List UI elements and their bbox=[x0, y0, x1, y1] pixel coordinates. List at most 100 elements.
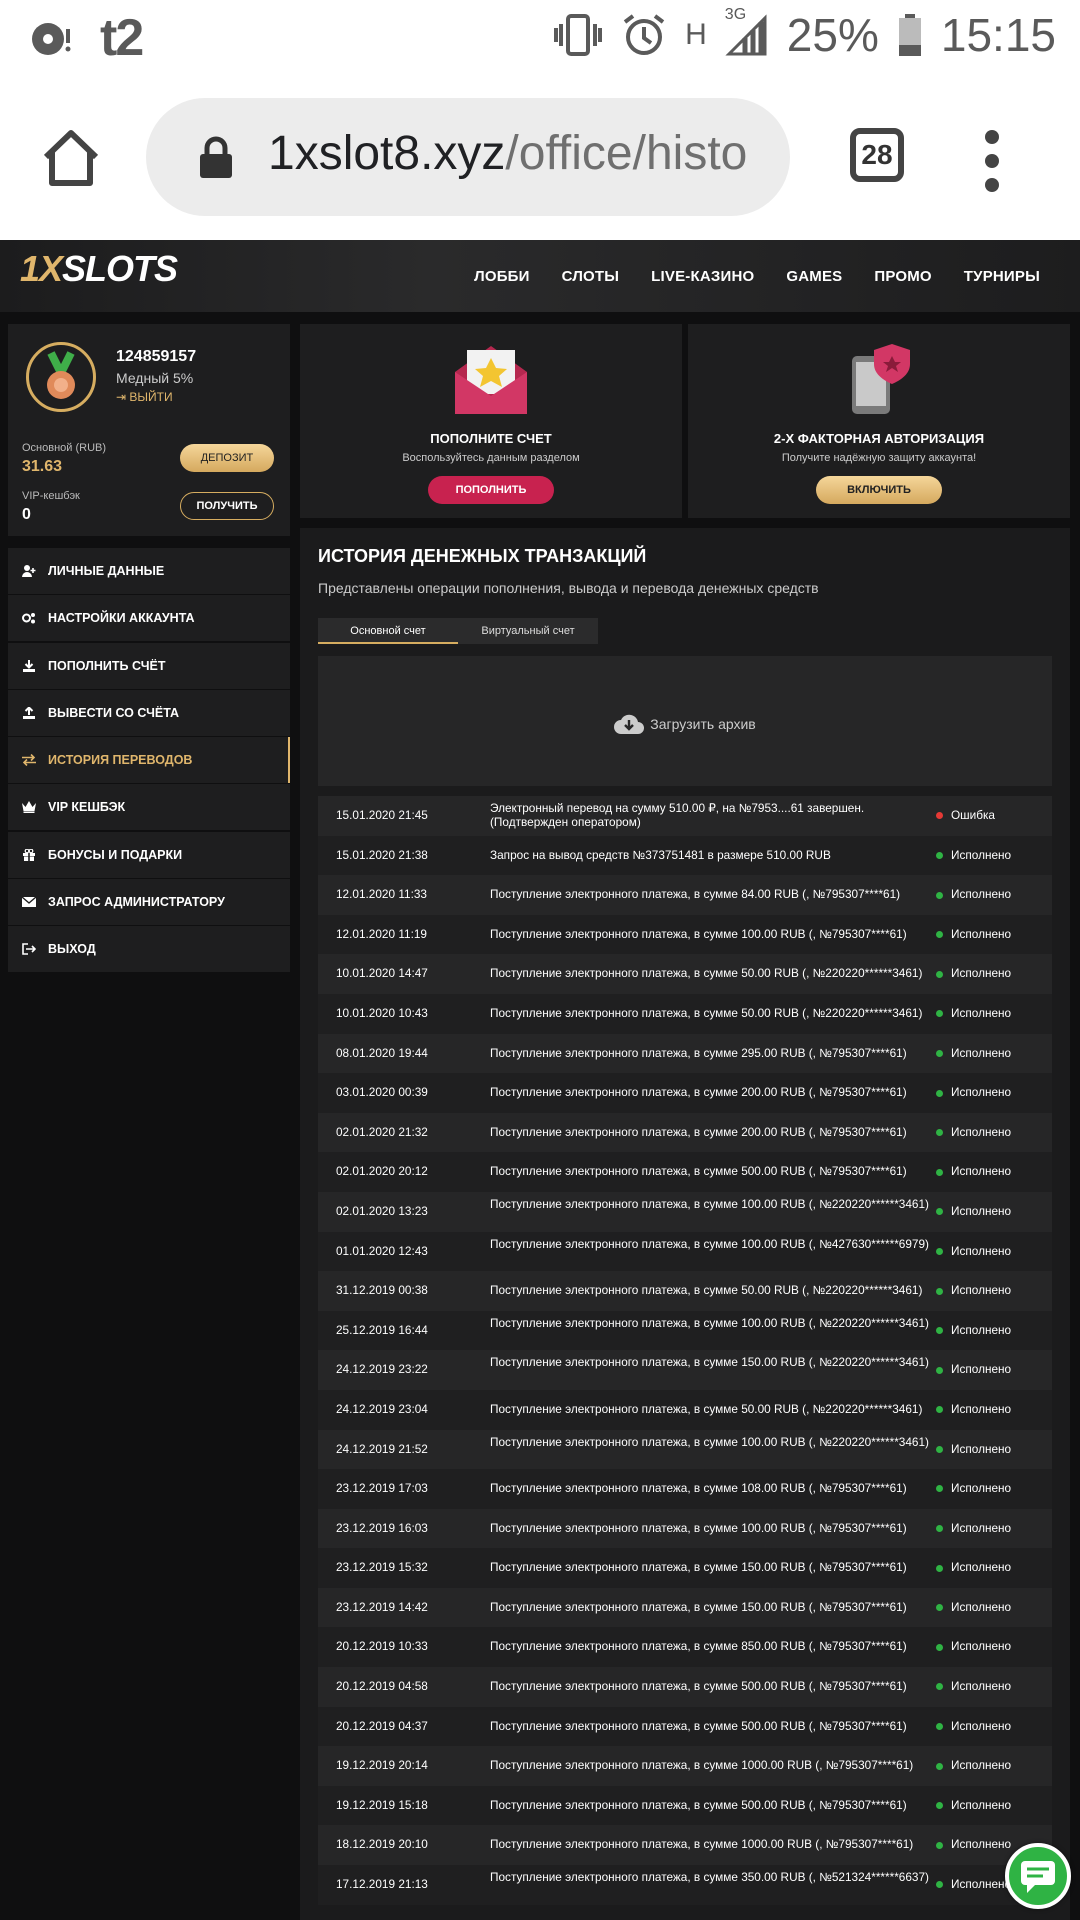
status-label: Исполнено bbox=[951, 1045, 1012, 1060]
archive-label: Загрузить архив bbox=[318, 712, 1052, 739]
row-description: Поступление электронного платежа, в сумм… bbox=[490, 1679, 907, 1694]
nav-promo[interactable]: ПРОМО bbox=[874, 268, 931, 285]
row-description: Электронный перевод на сумму 510.00 ₽, н… bbox=[490, 801, 865, 829]
row-date: 31.12.2019 00:38 bbox=[336, 1283, 428, 1298]
envelope-star-icon bbox=[453, 342, 529, 421]
row-status: Исполнено bbox=[936, 1006, 1011, 1020]
status-dot bbox=[936, 1485, 943, 1493]
row-description: Поступление электронного платежа, в сумм… bbox=[490, 1639, 907, 1654]
download-archive[interactable]: Загрузить архив bbox=[318, 656, 1052, 786]
table-row: 23.12.2019 16:03 Поступление электронного… bbox=[318, 1508, 1052, 1549]
row-description: Поступление электронного платежа, в сумм… bbox=[490, 1005, 923, 1020]
menu-exit[interactable]: ВЫХОД bbox=[8, 926, 290, 973]
status-label: Исполнено bbox=[951, 1837, 1012, 1852]
nav-lobby[interactable]: ЛОББИ bbox=[474, 268, 530, 285]
twofa-enable-button[interactable]: ВКЛЮЧИТЬ bbox=[816, 476, 942, 504]
overflow-menu-icon[interactable] bbox=[985, 130, 1001, 202]
tab-switcher-button[interactable]: 28 bbox=[850, 128, 904, 182]
nav-games[interactable]: GAMES bbox=[786, 268, 842, 285]
row-description: Поступление электронного платежа, в сумм… bbox=[490, 1718, 907, 1733]
status-label: Исполнено bbox=[951, 847, 1012, 862]
row-date: 10.01.2020 14:47 bbox=[336, 966, 428, 981]
status-dot bbox=[936, 1129, 943, 1137]
table-row: 18.12.2019 20:10 Поступление электронного… bbox=[318, 1825, 1052, 1866]
table-row: 15.01.2020 21:45 Электронный перевод на с… bbox=[318, 796, 1052, 836]
menu-label: БОНУСЫ И ПОДАРКИ bbox=[48, 847, 183, 862]
row-status: Исполнено bbox=[936, 1719, 1011, 1733]
row-status: Исполнено bbox=[936, 887, 1011, 901]
row-description: Поступление электронного платежа, в сумм… bbox=[490, 1870, 929, 1885]
row-description: Поступление электронного платежа, в сумм… bbox=[490, 1837, 914, 1852]
row-status: Исполнено bbox=[936, 1877, 1011, 1891]
address-bar[interactable]: 1xslot8.xyz/office/histo bbox=[146, 98, 790, 216]
nav-tournaments[interactable]: ТУРНИРЫ bbox=[964, 268, 1040, 285]
medal-icon bbox=[26, 342, 96, 412]
get-cashback-button[interactable]: ПОЛУЧИТЬ bbox=[180, 492, 274, 520]
status-label: Исполнено bbox=[951, 1085, 1012, 1100]
row-description: Поступление электронного платежа, в сумм… bbox=[490, 1355, 929, 1370]
logout-link[interactable]: ⇥ ВЫЙТИ bbox=[116, 390, 173, 404]
deposit-button[interactable]: ДЕПОЗИТ bbox=[180, 444, 274, 472]
menu-vip-cashback[interactable]: VIP КЕШБЭК bbox=[8, 784, 290, 831]
row-date: 23.12.2019 14:42 bbox=[336, 1599, 428, 1614]
menu-label: ВЫВЕСТИ СО СЧЁТА bbox=[48, 705, 180, 720]
menu-personal-data[interactable]: ЛИЧНЫЕ ДАННЫЕ bbox=[8, 548, 290, 594]
status-dot bbox=[936, 1327, 943, 1335]
tab-virtual-account[interactable]: Виртуальный счет bbox=[458, 618, 598, 644]
status-label: Ошибка bbox=[951, 808, 995, 822]
nav-live-casino[interactable]: LIVE-КАЗИНО bbox=[651, 268, 754, 285]
table-row: 19.12.2019 20:14 Поступление электронного… bbox=[318, 1746, 1052, 1786]
status-bar: t2 H 3G 25% 15:15 bbox=[0, 0, 1080, 72]
row-date: 02.01.2020 13:23 bbox=[336, 1203, 428, 1218]
menu-deposit[interactable]: ПОПОЛНИТЬ СЧЁТ bbox=[8, 642, 290, 689]
table-row: 01.01.2020 12:43 Поступление электронного… bbox=[318, 1231, 1052, 1272]
topup-button[interactable]: ПОПОЛНИТЬ bbox=[428, 476, 554, 504]
crown-icon bbox=[22, 801, 36, 814]
battery-icon bbox=[897, 12, 923, 58]
row-date: 24.12.2019 21:52 bbox=[336, 1441, 428, 1456]
site-logo[interactable]: 1XSLOTS bbox=[20, 248, 178, 290]
row-description: Поступление электронного платежа, в сумм… bbox=[490, 1560, 907, 1575]
menu-withdraw[interactable]: ВЫВЕСТИ СО СЧЁТА bbox=[8, 689, 290, 736]
page-subtitle: Представлены операции пополнения, вывода… bbox=[318, 580, 819, 596]
status-dot bbox=[936, 1049, 943, 1057]
row-date: 24.12.2019 23:22 bbox=[336, 1362, 428, 1377]
envelope-icon bbox=[21, 896, 37, 908]
row-description: Поступление электронного платежа, в сумм… bbox=[490, 1315, 929, 1330]
row-status: Исполнено bbox=[936, 1244, 1011, 1258]
url-path: /office/histo bbox=[505, 127, 748, 180]
topup-title: ПОПОЛНИТЕ СЧЕТ bbox=[430, 431, 552, 446]
status-dot bbox=[936, 1802, 943, 1810]
sign-out-icon bbox=[22, 943, 37, 956]
row-date: 24.12.2019 23:04 bbox=[336, 1401, 428, 1416]
menu-admin-request[interactable]: ЗАПРОС АДМИНИСТРАТОРУ bbox=[8, 879, 290, 926]
chat-icon bbox=[1021, 1861, 1055, 1893]
row-date: 01.01.2020 12:43 bbox=[336, 1243, 428, 1258]
row-date: 19.12.2019 20:14 bbox=[336, 1758, 428, 1773]
status-label: Исполнено bbox=[951, 1322, 1012, 1337]
status-label: Исполнено bbox=[951, 1560, 1012, 1575]
row-date: 18.12.2019 20:10 bbox=[336, 1837, 428, 1852]
chat-support-button[interactable] bbox=[1005, 1843, 1071, 1909]
nav-slots[interactable]: СЛОТЫ bbox=[562, 268, 620, 285]
table-row: 17.12.2019 21:13 Поступление электронного… bbox=[318, 1865, 1052, 1905]
row-date: 03.01.2020 00:39 bbox=[336, 1085, 428, 1100]
row-status: Исполнено bbox=[936, 1560, 1011, 1574]
status-dot bbox=[936, 1366, 943, 1374]
gears-icon bbox=[22, 612, 36, 624]
home-icon[interactable] bbox=[40, 127, 102, 189]
menu-label: ВЫХОД bbox=[48, 942, 96, 957]
transactions-table: 15.01.2020 21:45 Электронный перевод на с… bbox=[318, 796, 1052, 1905]
history-panel: ИСТОРИЯ ДЕНЕЖНЫХ ТРАНЗАКЦИЙ Представлены… bbox=[300, 528, 1070, 1920]
row-status: Исполнено bbox=[936, 1323, 1011, 1337]
signal-icon: 3G bbox=[725, 6, 769, 58]
row-date: 23.12.2019 16:03 bbox=[336, 1520, 428, 1535]
menu-account-settings[interactable]: НАСТРОЙКИ АККАУНТА bbox=[8, 595, 290, 642]
status-dot bbox=[936, 1643, 943, 1651]
menu-bonuses[interactable]: БОНУСЫ И ПОДАРКИ bbox=[8, 831, 290, 878]
logo-num: 1X bbox=[20, 248, 63, 289]
account-tabs: Основной счет Виртуальный счет bbox=[318, 618, 598, 644]
menu-transfer-history[interactable]: ИСТОРИЯ ПЕРЕВОДОВ bbox=[8, 737, 290, 784]
row-description: Поступление электронного платежа, в сумм… bbox=[490, 1124, 907, 1139]
tab-main-account[interactable]: Основной счет bbox=[318, 618, 458, 644]
